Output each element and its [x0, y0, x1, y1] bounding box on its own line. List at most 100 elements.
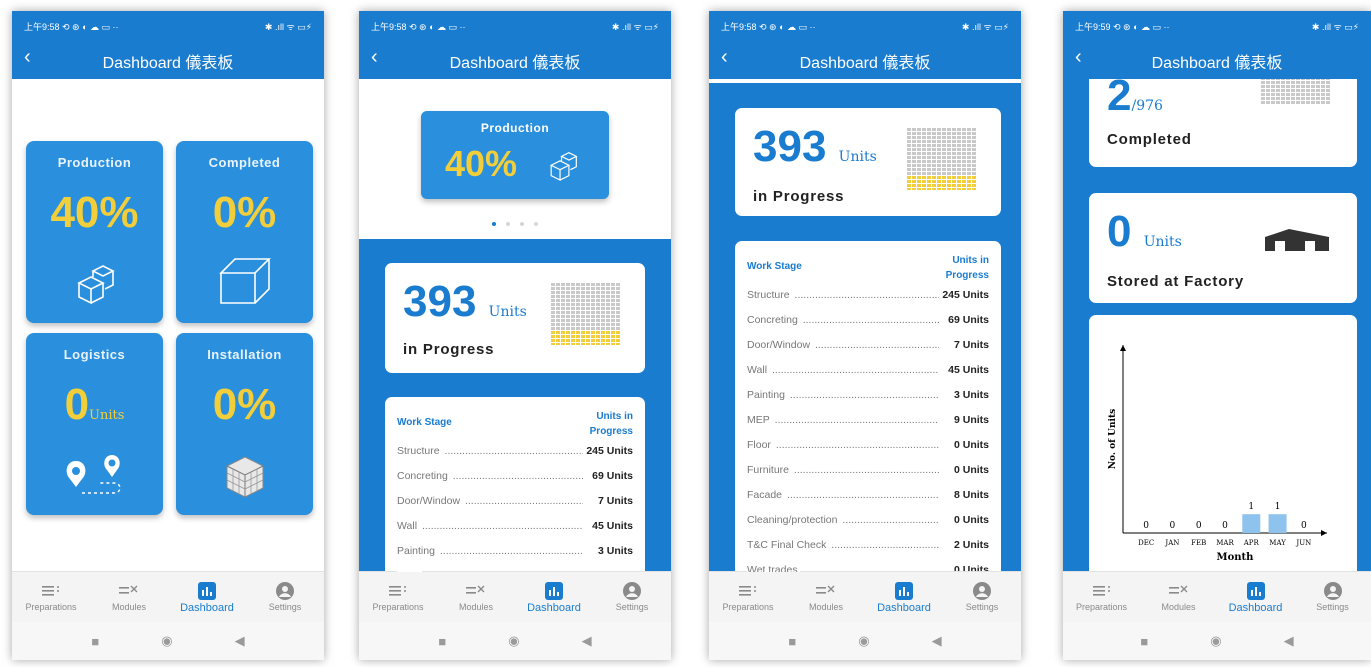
page-title: Dashboard 儀表板: [449, 55, 581, 72]
nav-label: Modules: [458, 602, 494, 612]
units-value: 393: [753, 122, 827, 171]
location-route-icon: [26, 453, 163, 499]
bar-chart: 0 DEC 0 JAN 0 FEB 0 MAR 1 APR 1 MAY 0 JUN Month No. of …: [1108, 345, 1327, 563]
units-value: 393: [403, 277, 477, 326]
row-stage: MEP: [747, 414, 772, 426]
nav-settings[interactable]: Settings: [246, 572, 324, 622]
user-circle-icon: [943, 580, 1021, 602]
status-bar: 上午9:59 ⟲ ⊛ ◐ ☁ ▭ ·· ✱ .ıll ᯤ ▭⚡: [1063, 11, 1371, 39]
carousel-production-card[interactable]: Production 40%: [421, 111, 609, 199]
nav-modules[interactable]: Modules: [1140, 572, 1217, 622]
data-label: 1: [1275, 502, 1281, 512]
row-stage: Structure: [747, 289, 792, 301]
checklist-icon: [1140, 580, 1217, 602]
bottom-navigation: Preparations Modules Dashboard Settings: [1063, 571, 1371, 622]
page-dot[interactable]: [506, 222, 510, 226]
nav-preparations[interactable]: Preparations: [1063, 572, 1140, 622]
nav-label: Modules: [808, 602, 844, 612]
tile-value: 40%: [50, 188, 139, 237]
tile-unit: Units: [89, 408, 125, 423]
nav-dashboard[interactable]: Dashboard: [865, 572, 943, 622]
home-icon[interactable]: ◉: [1210, 633, 1221, 649]
page-title: Dashboard 儀表板: [799, 55, 931, 72]
completed-caption: Completed: [1107, 131, 1192, 148]
units-unit: Units: [838, 149, 877, 165]
leader-dots: Wall ...................................…: [747, 364, 939, 376]
table-row: Concreting .............................…: [385, 464, 645, 489]
row-units: 245 Units: [584, 445, 633, 457]
table-row: Concreting .............................…: [735, 308, 1001, 333]
unit-grid-icon: [551, 283, 620, 345]
data-label: 1: [1248, 502, 1254, 512]
row-stage: Floor: [747, 439, 773, 451]
nav-label: Dashboard: [1228, 602, 1283, 614]
nav-settings[interactable]: Settings: [593, 572, 671, 622]
nav-dashboard[interactable]: Dashboard: [1217, 572, 1294, 622]
row-stage: Concreting: [397, 470, 450, 482]
leader-dots: MEP ....................................…: [747, 414, 939, 426]
nav-dashboard[interactable]: Dashboard: [168, 572, 246, 622]
row-units: 0 Units: [951, 439, 989, 451]
nav-settings[interactable]: Settings: [1294, 572, 1371, 622]
column-header-units: Units in Progress: [589, 411, 633, 437]
recents-icon[interactable]: ■: [788, 634, 796, 649]
data-label: 0: [1143, 521, 1149, 531]
row-stage: Wall: [747, 364, 770, 376]
tile-label: Installation: [207, 347, 282, 362]
data-label: 0: [1222, 521, 1228, 531]
home-icon[interactable]: ◉: [508, 633, 519, 649]
completed-value: 2: [1107, 79, 1132, 120]
nav-preparations[interactable]: Preparations: [12, 572, 90, 622]
table-row: Wall ...................................…: [735, 358, 1001, 383]
nav-modules[interactable]: Modules: [437, 572, 515, 622]
phone-screen-work-stages: 上午9:58 ⟲ ⊛ ◐ ☁ ▭ ·· ✱ .ıll ᯤ ▭⚡ ‹ Dashbo…: [709, 11, 1021, 660]
nav-modules[interactable]: Modules: [90, 572, 168, 622]
table-row: Structure ..............................…: [385, 439, 645, 464]
row-units: 2 Units: [951, 539, 989, 551]
back-icon[interactable]: ◀: [932, 633, 942, 649]
divider: [709, 79, 1021, 83]
app-bar: ‹ Dashboard 儀表板: [359, 39, 671, 79]
page-dot[interactable]: [534, 222, 538, 226]
completed-card: 2/976 Completed: [1089, 79, 1357, 167]
home-icon[interactable]: ◉: [858, 633, 869, 649]
tile-production[interactable]: Production 40%: [26, 141, 163, 323]
nav-dashboard[interactable]: Dashboard: [515, 572, 593, 622]
row-stage: Wet trades: [747, 564, 800, 572]
nav-preparations[interactable]: Preparations: [359, 572, 437, 622]
recents-icon[interactable]: ■: [1140, 634, 1148, 649]
tile-completed[interactable]: Completed 0%: [176, 141, 313, 323]
table-body: Structure ..............................…: [735, 283, 1001, 572]
tile-label: Production: [57, 155, 132, 170]
tile-installation[interactable]: Installation 0%: [176, 333, 313, 515]
nav-modules[interactable]: Modules: [787, 572, 865, 622]
list-icon: [1063, 580, 1140, 602]
table-row: Structure ..............................…: [735, 283, 1001, 308]
back-icon[interactable]: ◀: [235, 633, 245, 649]
x-tick-label: JAN: [1164, 539, 1179, 547]
nav-settings[interactable]: Settings: [943, 572, 1021, 622]
card-value: 40%: [445, 143, 518, 184]
system-navigation-bar: ■ ◉ ◀: [12, 622, 324, 660]
recents-icon[interactable]: ■: [91, 634, 99, 649]
list-icon: [12, 580, 90, 602]
y-axis-arrow: [1120, 345, 1126, 351]
leader-dots: Painting ...............................…: [747, 389, 939, 401]
page-dot[interactable]: [492, 222, 496, 226]
user-circle-icon: [593, 580, 671, 602]
recents-icon[interactable]: ■: [438, 634, 446, 649]
page-dot[interactable]: [520, 222, 524, 226]
nav-label: Settings: [1316, 602, 1349, 612]
nav-preparations[interactable]: Preparations: [709, 572, 787, 622]
column-header-stage: Work Stage: [747, 261, 802, 272]
back-icon[interactable]: ◀: [1284, 633, 1294, 649]
dashboard-content: Production 40% 393 Units in Progress Wor…: [359, 79, 671, 572]
chart-bar: [1268, 514, 1287, 533]
units-unit: Units: [488, 304, 527, 320]
column-header-units: Units in Progress: [945, 255, 989, 281]
nav-label: Settings: [965, 602, 999, 612]
tile-logistics[interactable]: Logistics 0Units: [26, 333, 163, 515]
back-icon[interactable]: ◀: [582, 633, 592, 649]
x-axis-arrow: [1321, 530, 1327, 536]
home-icon[interactable]: ◉: [161, 633, 172, 649]
